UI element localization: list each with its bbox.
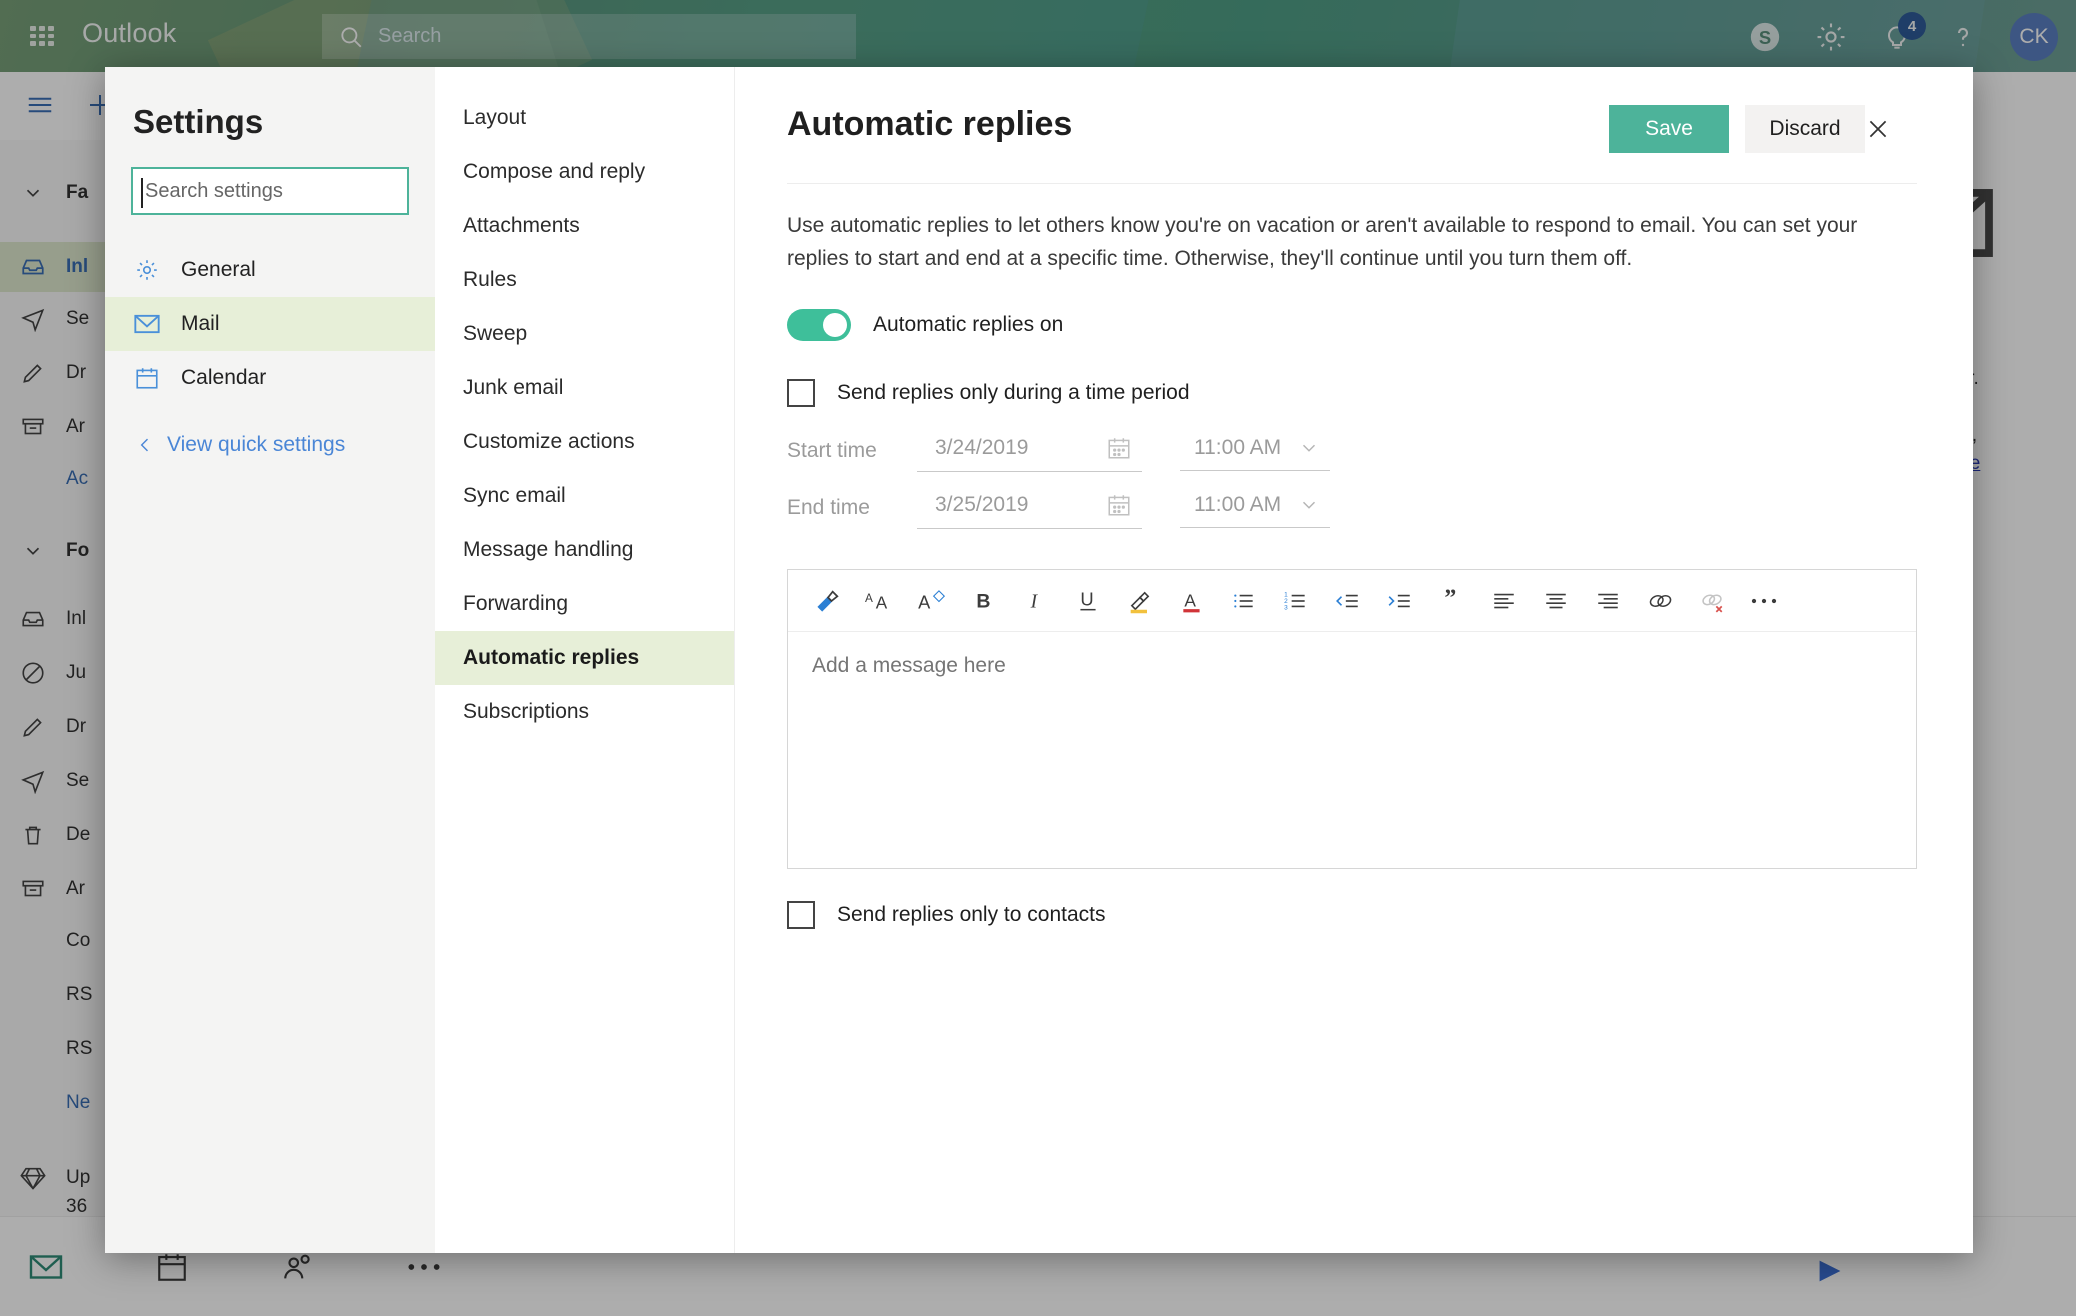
align-center-icon[interactable] bbox=[1530, 575, 1582, 627]
message-editor: AA A B I U A 1 2 3 ” Add a message here bbox=[787, 569, 1917, 870]
start-time-field[interactable]: 11:00 AM bbox=[1180, 430, 1330, 472]
calendar-icon[interactable] bbox=[1106, 435, 1132, 461]
settings-menu-item-sweep[interactable]: Sweep bbox=[435, 307, 734, 361]
svg-text:A: A bbox=[918, 592, 931, 612]
search-settings-input[interactable] bbox=[139, 169, 401, 213]
settings-category-label: Mail bbox=[181, 312, 220, 335]
italic-icon[interactable]: I bbox=[1010, 575, 1062, 627]
settings-left-column: Settings General bbox=[105, 67, 435, 1253]
settings-menu-item-subscriptions[interactable]: Subscriptions bbox=[435, 685, 734, 739]
settings-dialog: Settings General bbox=[105, 67, 1973, 1253]
settings-menu-item-customize-actions[interactable]: Customize actions bbox=[435, 415, 734, 469]
svg-text:U: U bbox=[1080, 588, 1093, 609]
bold-icon[interactable]: B bbox=[958, 575, 1010, 627]
align-right-icon[interactable] bbox=[1582, 575, 1634, 627]
chevron-down-icon[interactable] bbox=[1298, 437, 1320, 459]
settings-menu-item-compose-and-reply[interactable]: Compose and reply bbox=[435, 145, 734, 199]
decrease-indent-icon[interactable] bbox=[1322, 575, 1374, 627]
settings-category-general[interactable]: General bbox=[105, 243, 435, 297]
end-time-label: End time bbox=[787, 495, 870, 519]
settings-menu-item-message-handling[interactable]: Message handling bbox=[435, 523, 734, 577]
quote-icon[interactable]: ” bbox=[1426, 575, 1478, 627]
settings-category-mail[interactable]: Mail bbox=[105, 297, 435, 351]
settings-title: Settings bbox=[133, 103, 264, 140]
description-text: Use automatic replies to let others know… bbox=[787, 214, 1858, 270]
editor-toolbar: AA A B I U A 1 2 3 ” bbox=[788, 570, 1916, 633]
svg-text:”: ” bbox=[1444, 588, 1456, 611]
end-date-value: 3/25/2019 bbox=[935, 493, 1029, 517]
svg-text:3: 3 bbox=[1284, 604, 1288, 611]
contacts-only-label: Send replies only to contacts bbox=[837, 903, 1106, 927]
remove-link-icon[interactable] bbox=[1686, 575, 1738, 627]
svg-text:A: A bbox=[876, 592, 888, 612]
envelope-icon bbox=[133, 312, 161, 336]
end-date-field[interactable]: 3/25/2019 bbox=[917, 486, 1142, 530]
contacts-only-checkbox[interactable] bbox=[787, 901, 815, 930]
settings-menu-item-sync-email[interactable]: Sync email bbox=[435, 469, 734, 523]
end-time-value: 11:00 AM bbox=[1194, 493, 1282, 517]
time-period-fields: Start time 3/24/2019 11:00 AM End time 3… bbox=[787, 429, 1973, 530]
settings-menu-item-junk-email[interactable]: Junk email bbox=[435, 361, 734, 415]
discard-button[interactable]: Discard bbox=[1745, 105, 1865, 153]
message-body-input[interactable]: Add a message here bbox=[788, 632, 1916, 700]
save-button[interactable]: Save bbox=[1609, 105, 1729, 153]
settings-search-container[interactable] bbox=[131, 167, 409, 215]
calendar-icon[interactable] bbox=[1106, 492, 1132, 518]
settings-category-calendar[interactable]: Calendar bbox=[105, 351, 435, 405]
start-time-row: Start time 3/24/2019 11:00 AM bbox=[787, 429, 1973, 473]
automatic-replies-toggle-row[interactable]: Automatic replies on bbox=[787, 309, 1973, 342]
end-time-row: End time 3/25/2019 11:00 AM bbox=[787, 486, 1973, 530]
page-title: Automatic replies bbox=[787, 105, 1073, 143]
end-time-field[interactable]: 11:00 AM bbox=[1180, 487, 1330, 529]
format-painter-icon[interactable] bbox=[802, 575, 854, 627]
bulleted-list-icon[interactable] bbox=[1218, 575, 1270, 627]
font-style-icon[interactable]: A bbox=[906, 575, 958, 627]
start-time-label: Start time bbox=[787, 438, 877, 462]
settings-menu-item-rules[interactable]: Rules bbox=[435, 253, 734, 307]
settings-detail-pane: Automatic replies Save Discard Use autom… bbox=[735, 67, 1973, 1253]
contacts-only-checkbox-row[interactable]: Send replies only to contacts bbox=[787, 901, 1973, 930]
underline-icon[interactable]: U bbox=[1062, 575, 1114, 627]
settings-menu-item-automatic-replies[interactable]: Automatic replies bbox=[435, 631, 734, 685]
chevron-left-icon bbox=[135, 434, 155, 456]
time-period-label: Send replies only during a time period bbox=[837, 381, 1190, 405]
time-period-checkbox-row[interactable]: Send replies only during a time period bbox=[787, 379, 1973, 408]
more-options-icon[interactable] bbox=[1738, 575, 1790, 627]
toggle-label: Automatic replies on bbox=[873, 313, 1064, 337]
settings-menu-item-forwarding[interactable]: Forwarding bbox=[435, 577, 734, 631]
start-time-value: 11:00 AM bbox=[1194, 436, 1282, 460]
settings-category-label: General bbox=[181, 258, 256, 281]
start-date-field[interactable]: 3/24/2019 bbox=[917, 429, 1142, 473]
svg-text:I: I bbox=[1030, 591, 1039, 612]
settings-menu-item-attachments[interactable]: Attachments bbox=[435, 199, 734, 253]
time-period-checkbox[interactable] bbox=[787, 379, 815, 408]
numbered-list-icon[interactable]: 123 bbox=[1270, 575, 1322, 627]
svg-text:A: A bbox=[865, 592, 873, 605]
svg-text:B: B bbox=[976, 590, 990, 612]
increase-indent-icon[interactable] bbox=[1374, 575, 1426, 627]
text-caret bbox=[141, 178, 143, 208]
divider bbox=[787, 183, 1917, 184]
chevron-down-icon[interactable] bbox=[1298, 494, 1320, 516]
font-size-icon[interactable]: AA bbox=[854, 575, 906, 627]
quick-settings-label: View quick settings bbox=[167, 433, 346, 456]
calendar-icon bbox=[133, 365, 161, 391]
toggle-knob bbox=[823, 313, 847, 338]
settings-category-label: Calendar bbox=[181, 366, 267, 389]
align-left-icon[interactable] bbox=[1478, 575, 1530, 627]
insert-link-icon[interactable] bbox=[1634, 575, 1686, 627]
view-quick-settings-link[interactable]: View quick settings bbox=[105, 433, 435, 457]
automatic-replies-toggle[interactable] bbox=[787, 309, 851, 342]
gear-icon bbox=[133, 257, 161, 283]
font-color-icon[interactable]: A bbox=[1166, 575, 1218, 627]
start-date-value: 3/24/2019 bbox=[935, 436, 1029, 460]
close-icon[interactable] bbox=[1865, 105, 1917, 153]
settings-menu-column: Layout Compose and reply Attachments Rul… bbox=[435, 67, 735, 1253]
highlight-icon[interactable] bbox=[1114, 575, 1166, 627]
svg-text:A: A bbox=[1184, 590, 1196, 610]
settings-menu-item-layout[interactable]: Layout bbox=[435, 91, 734, 145]
